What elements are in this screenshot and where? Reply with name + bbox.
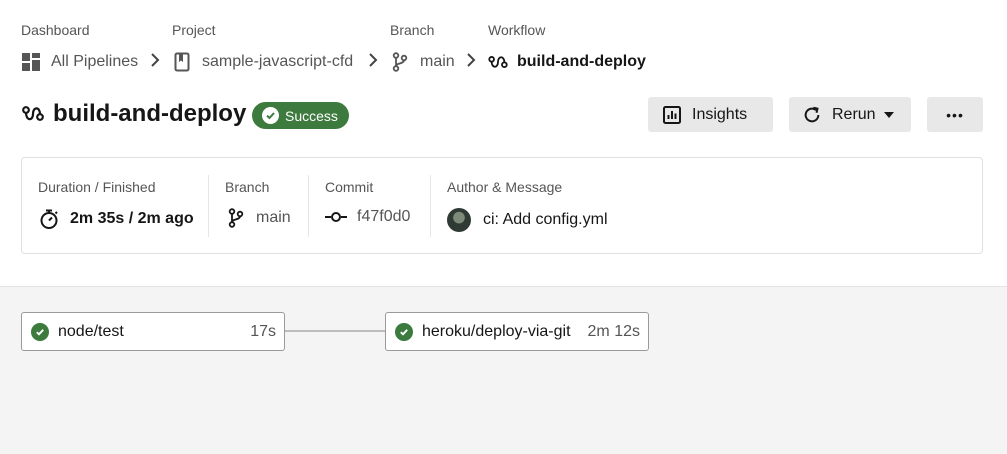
breadcrumb-dashboard-link[interactable]: All Pipelines xyxy=(21,52,138,72)
workflow-icon xyxy=(22,106,44,121)
duration-value-row: 2m 35s / 2m ago xyxy=(38,208,194,230)
branch-link[interactable]: main xyxy=(228,208,291,228)
commit-section[interactable]: Commit f47f0d0 xyxy=(325,158,435,253)
rerun-button-label: Rerun xyxy=(832,105,876,123)
branch-icon xyxy=(390,52,410,72)
branch-section[interactable]: Branch main xyxy=(225,158,315,253)
breadcrumb-workflow-label: Workflow xyxy=(488,22,546,38)
status-badge-label: Success xyxy=(285,107,338,124)
breadcrumb-branch-label: Branch xyxy=(390,22,435,38)
duration-value: 2m 35s / 2m ago xyxy=(70,210,194,227)
status-badge: Success xyxy=(252,102,349,129)
job-card-node-test[interactable]: node/test 17s xyxy=(21,312,285,351)
author-label: Author & Message xyxy=(447,179,563,195)
check-icon xyxy=(262,107,279,124)
commit-link[interactable]: f47f0d0 xyxy=(325,208,410,226)
branch-value: main xyxy=(256,209,291,226)
branch-icon xyxy=(228,208,244,228)
chevron-right-icon xyxy=(151,53,160,67)
commit-label: Commit xyxy=(325,179,374,195)
breadcrumb-workflow-link[interactable]: build-and-deploy xyxy=(488,52,646,72)
more-options-button[interactable]: ••• xyxy=(927,97,983,132)
breadcrumb-project[interactable]: Project sample-javascript-cfd xyxy=(172,22,353,72)
chevron-right-icon xyxy=(369,53,378,67)
job-connector xyxy=(285,330,385,332)
breadcrumb-project-link[interactable]: sample-javascript-cfd xyxy=(172,52,353,72)
success-check-icon xyxy=(395,322,413,341)
workflow-icon xyxy=(488,52,508,72)
duration-section: Duration / Finished 2m 35s / 2m ago xyxy=(38,158,208,253)
breadcrumb-project-label: Project xyxy=(172,22,216,38)
avatar[interactable] xyxy=(447,208,471,232)
chart-icon xyxy=(662,105,682,125)
breadcrumb-branch-value: main xyxy=(420,53,455,70)
breadcrumb-branch-link[interactable]: main xyxy=(390,52,455,72)
breadcrumb-dashboard[interactable]: Dashboard All Pipelines xyxy=(21,22,138,71)
commit-icon xyxy=(325,211,347,223)
chevron-right-icon xyxy=(467,53,476,67)
success-check-icon xyxy=(31,322,49,341)
commit-value: f47f0d0 xyxy=(357,208,411,225)
divider xyxy=(308,175,309,237)
job-name: heroku/deploy-via-git xyxy=(422,322,571,340)
breadcrumb-workflow[interactable]: Workflow build-and-deploy xyxy=(488,22,646,70)
breadcrumb-branch[interactable]: Branch main xyxy=(390,22,455,72)
rerun-button[interactable]: Rerun xyxy=(789,97,911,132)
job-duration: 17s xyxy=(250,322,276,340)
refresh-icon xyxy=(802,105,822,125)
breadcrumb-dashboard-label: Dashboard xyxy=(21,22,90,38)
job-duration: 2m 12s xyxy=(587,322,640,340)
workflow-header-panel: Dashboard All Pipelines Project sample-j… xyxy=(0,0,1007,287)
branch-label: Branch xyxy=(225,179,270,195)
insights-button[interactable]: Insights xyxy=(648,97,773,132)
author-section: Author & Message ci: Add config.yml xyxy=(447,158,747,253)
divider xyxy=(208,175,209,237)
duration-label: Duration / Finished xyxy=(38,179,156,195)
more-options-icon: ••• xyxy=(946,106,964,123)
breadcrumb-project-value: sample-javascript-cfd xyxy=(202,53,354,70)
author-message-row: ci: Add config.yml xyxy=(447,208,608,232)
job-name: node/test xyxy=(58,322,124,340)
insights-button-label: Insights xyxy=(692,105,748,123)
repo-icon xyxy=(172,52,192,72)
workflow-info-card: Duration / Finished 2m 35s / 2m ago Bran… xyxy=(21,157,983,254)
caret-down-icon xyxy=(883,111,894,118)
breadcrumb-dashboard-value: All Pipelines xyxy=(51,53,139,70)
stopwatch-icon xyxy=(38,208,60,230)
page-title: build-and-deploy xyxy=(53,100,247,127)
breadcrumb-workflow-value: build-and-deploy xyxy=(517,53,646,70)
job-card-heroku-deploy[interactable]: heroku/deploy-via-git 2m 12s xyxy=(385,312,649,351)
divider xyxy=(430,175,431,237)
grid-icon xyxy=(21,52,41,72)
commit-message: ci: Add config.yml xyxy=(483,211,608,228)
